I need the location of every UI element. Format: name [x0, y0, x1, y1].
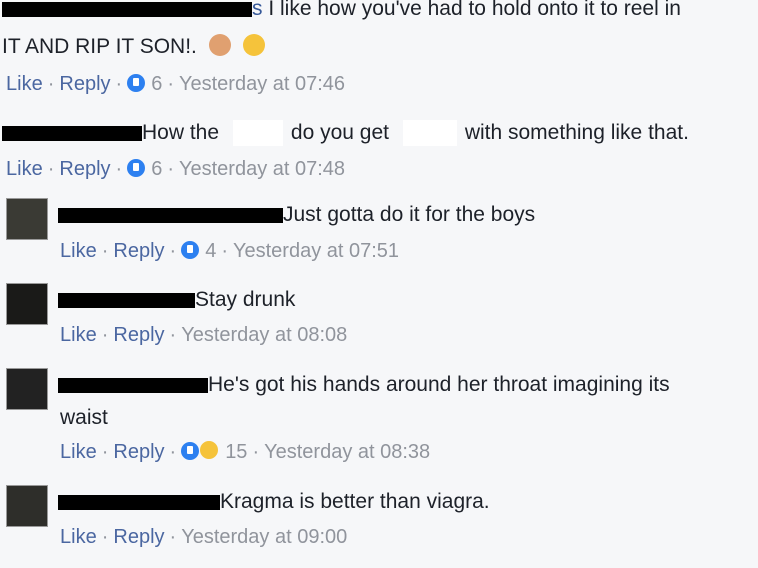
- comment-text: I like how you've had to hold onto it to…: [268, 0, 681, 20]
- redacted-name: [2, 125, 142, 141]
- reply-3-actions: Like · Reply · 15 · Yesterday at 08:38: [60, 440, 431, 463]
- reply-2: Stay drunk: [58, 283, 295, 316]
- reaction-count[interactable]: 4: [205, 240, 216, 262]
- comment-text: He's got his hands around her throat ima…: [208, 373, 670, 396]
- comment-1: s I like how you've had to hold onto it …: [2, 0, 681, 25]
- reply-4-actions: Like · Reply · Yesterday at 09:00: [60, 526, 348, 548]
- comment-text: with something like that.: [464, 121, 689, 144]
- comment-text: Kragma is better than viagra.: [220, 490, 490, 513]
- comment-text: How the: [142, 121, 220, 144]
- censored-word: [232, 120, 283, 147]
- like-button[interactable]: Like: [60, 441, 97, 463]
- timestamp[interactable]: Yesterday at 09:00: [181, 526, 347, 548]
- reply-1: Just gotta do it for the boys: [58, 198, 535, 231]
- reply-button[interactable]: Reply: [59, 73, 110, 95]
- like-reaction-icon[interactable]: [181, 442, 200, 460]
- redacted-name: [58, 292, 195, 308]
- like-button[interactable]: Like: [6, 73, 43, 95]
- commenter-name[interactable]: s: [252, 0, 263, 20]
- reply-button[interactable]: Reply: [113, 441, 164, 463]
- reaction-count[interactable]: 6: [151, 73, 162, 95]
- redacted-name: [58, 494, 220, 510]
- ok-hand-emoji: [208, 34, 231, 56]
- redacted-name: [2, 1, 252, 17]
- like-button[interactable]: Like: [60, 324, 97, 346]
- like-reaction-icon[interactable]: [181, 241, 200, 259]
- avatar[interactable]: [6, 368, 48, 410]
- timestamp[interactable]: Yesterday at 07:46: [179, 73, 345, 95]
- comment-1-actions: Like · Reply · 6 · Yesterday at 07:46: [6, 73, 346, 95]
- like-button[interactable]: Like: [60, 526, 97, 548]
- like-reaction-icon[interactable]: [127, 159, 146, 177]
- reply-1-actions: Like · Reply · 4 · Yesterday at 07:51: [60, 240, 400, 262]
- reaction-count[interactable]: 15: [225, 441, 247, 463]
- comment-text: IT AND RIP IT SON!.: [2, 35, 197, 58]
- reply-3-line-2: waist: [60, 401, 108, 434]
- comment-2: How the do you get with something like t…: [2, 116, 689, 149]
- avatar[interactable]: [6, 283, 48, 325]
- reply-button[interactable]: Reply: [113, 526, 164, 548]
- timestamp[interactable]: Yesterday at 08:38: [264, 441, 430, 463]
- reply-button[interactable]: Reply: [113, 324, 164, 346]
- comment-text: do you get: [290, 121, 389, 144]
- like-reaction-icon[interactable]: [127, 74, 146, 92]
- like-button[interactable]: Like: [60, 240, 97, 262]
- redacted-name: [58, 377, 208, 393]
- reply-button[interactable]: Reply: [59, 158, 110, 180]
- haha-reaction-icon[interactable]: [199, 440, 220, 460]
- comment-2-actions: Like · Reply · 6 · Yesterday at 07:48: [6, 158, 346, 180]
- avatar[interactable]: [6, 485, 48, 527]
- redacted-name: [58, 207, 283, 223]
- laughing-emoji: [242, 34, 265, 56]
- timestamp[interactable]: Yesterday at 07:48: [179, 158, 345, 180]
- comment-text: Stay drunk: [195, 288, 296, 311]
- reaction-count[interactable]: 6: [151, 158, 162, 180]
- reply-3: He's got his hands around her throat ima…: [58, 368, 670, 401]
- censored-word: [402, 120, 457, 147]
- comment-text: waist: [60, 406, 108, 429]
- like-button[interactable]: Like: [6, 158, 43, 180]
- reply-4: Kragma is better than viagra.: [58, 485, 490, 518]
- reply-2-actions: Like · Reply · Yesterday at 08:08: [60, 324, 348, 346]
- timestamp[interactable]: Yesterday at 08:08: [181, 324, 347, 346]
- comment-text: Just gotta do it for the boys: [283, 203, 536, 226]
- avatar[interactable]: [6, 198, 48, 240]
- comment-1-line-2: IT AND RIP IT SON!.: [2, 30, 265, 63]
- timestamp[interactable]: Yesterday at 07:51: [233, 240, 399, 262]
- reply-button[interactable]: Reply: [113, 240, 164, 262]
